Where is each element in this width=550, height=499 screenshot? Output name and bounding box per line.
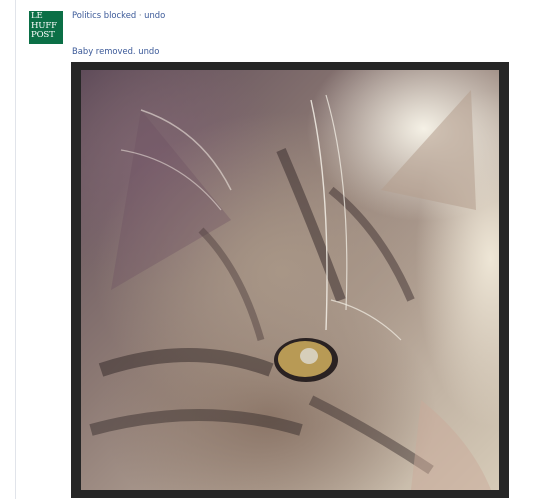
notice-separator: ·: [136, 10, 145, 20]
notice-text: Politics blocked: [72, 10, 137, 20]
undo-link[interactable]: undo: [144, 10, 165, 20]
photo-frame[interactable]: [71, 62, 509, 498]
feed-rail: [15, 0, 16, 499]
politics-blocked-notice: Politics blocked · undo: [72, 10, 165, 20]
logo-line-post: POST: [31, 30, 55, 41]
undo-link[interactable]: undo: [138, 46, 159, 56]
notice-text: Baby removed.: [72, 46, 136, 56]
kitten-photo[interactable]: [81, 70, 499, 490]
baby-removed-notice: Baby removed. undo: [72, 46, 159, 56]
huffpost-logo[interactable]: LE HUFF POST: [29, 11, 63, 44]
kitten-illustration: [89, 90, 491, 490]
